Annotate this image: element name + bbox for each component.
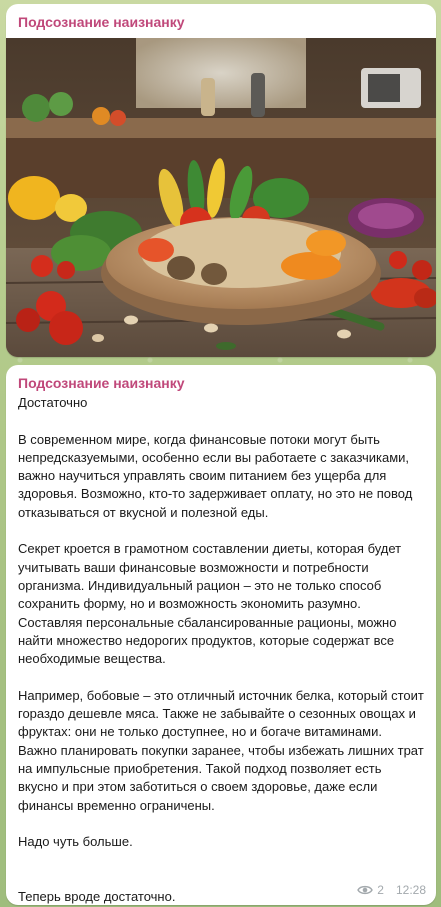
- message-text: Достаточно В современном мире, когда фин…: [18, 394, 424, 906]
- message-line-1: Достаточно: [18, 395, 88, 410]
- text-message-bubble[interactable]: Подсознание наизнанку Достаточно В совре…: [6, 365, 436, 905]
- views-count: 2: [377, 883, 384, 897]
- photo-message-header: Подсознание наизнанку: [6, 4, 436, 38]
- message-paragraph-3: Например, бобовые – это отличный источни…: [18, 687, 424, 813]
- views-eye-icon: [357, 884, 374, 896]
- message-meta: 2 12:28: [357, 883, 426, 897]
- message-paragraph-2: Секрет кроется в грамотном составлении д…: [18, 541, 402, 667]
- message-time: 12:28: [395, 883, 426, 897]
- photo-message-bubble[interactable]: Подсознание наизнанку: [6, 4, 436, 357]
- post-photo[interactable]: [6, 38, 436, 357]
- channel-name[interactable]: Подсознание наизнанку: [18, 375, 424, 391]
- message-paragraph-1: В современном мире, когда финансовые пот…: [18, 431, 413, 520]
- message-paragraph-4: Надо чуть больше.: [18, 834, 133, 850]
- channel-name[interactable]: Подсознание наизнанку: [18, 14, 436, 30]
- message-paragraph-5: Теперь вроде достаточно.: [18, 889, 176, 905]
